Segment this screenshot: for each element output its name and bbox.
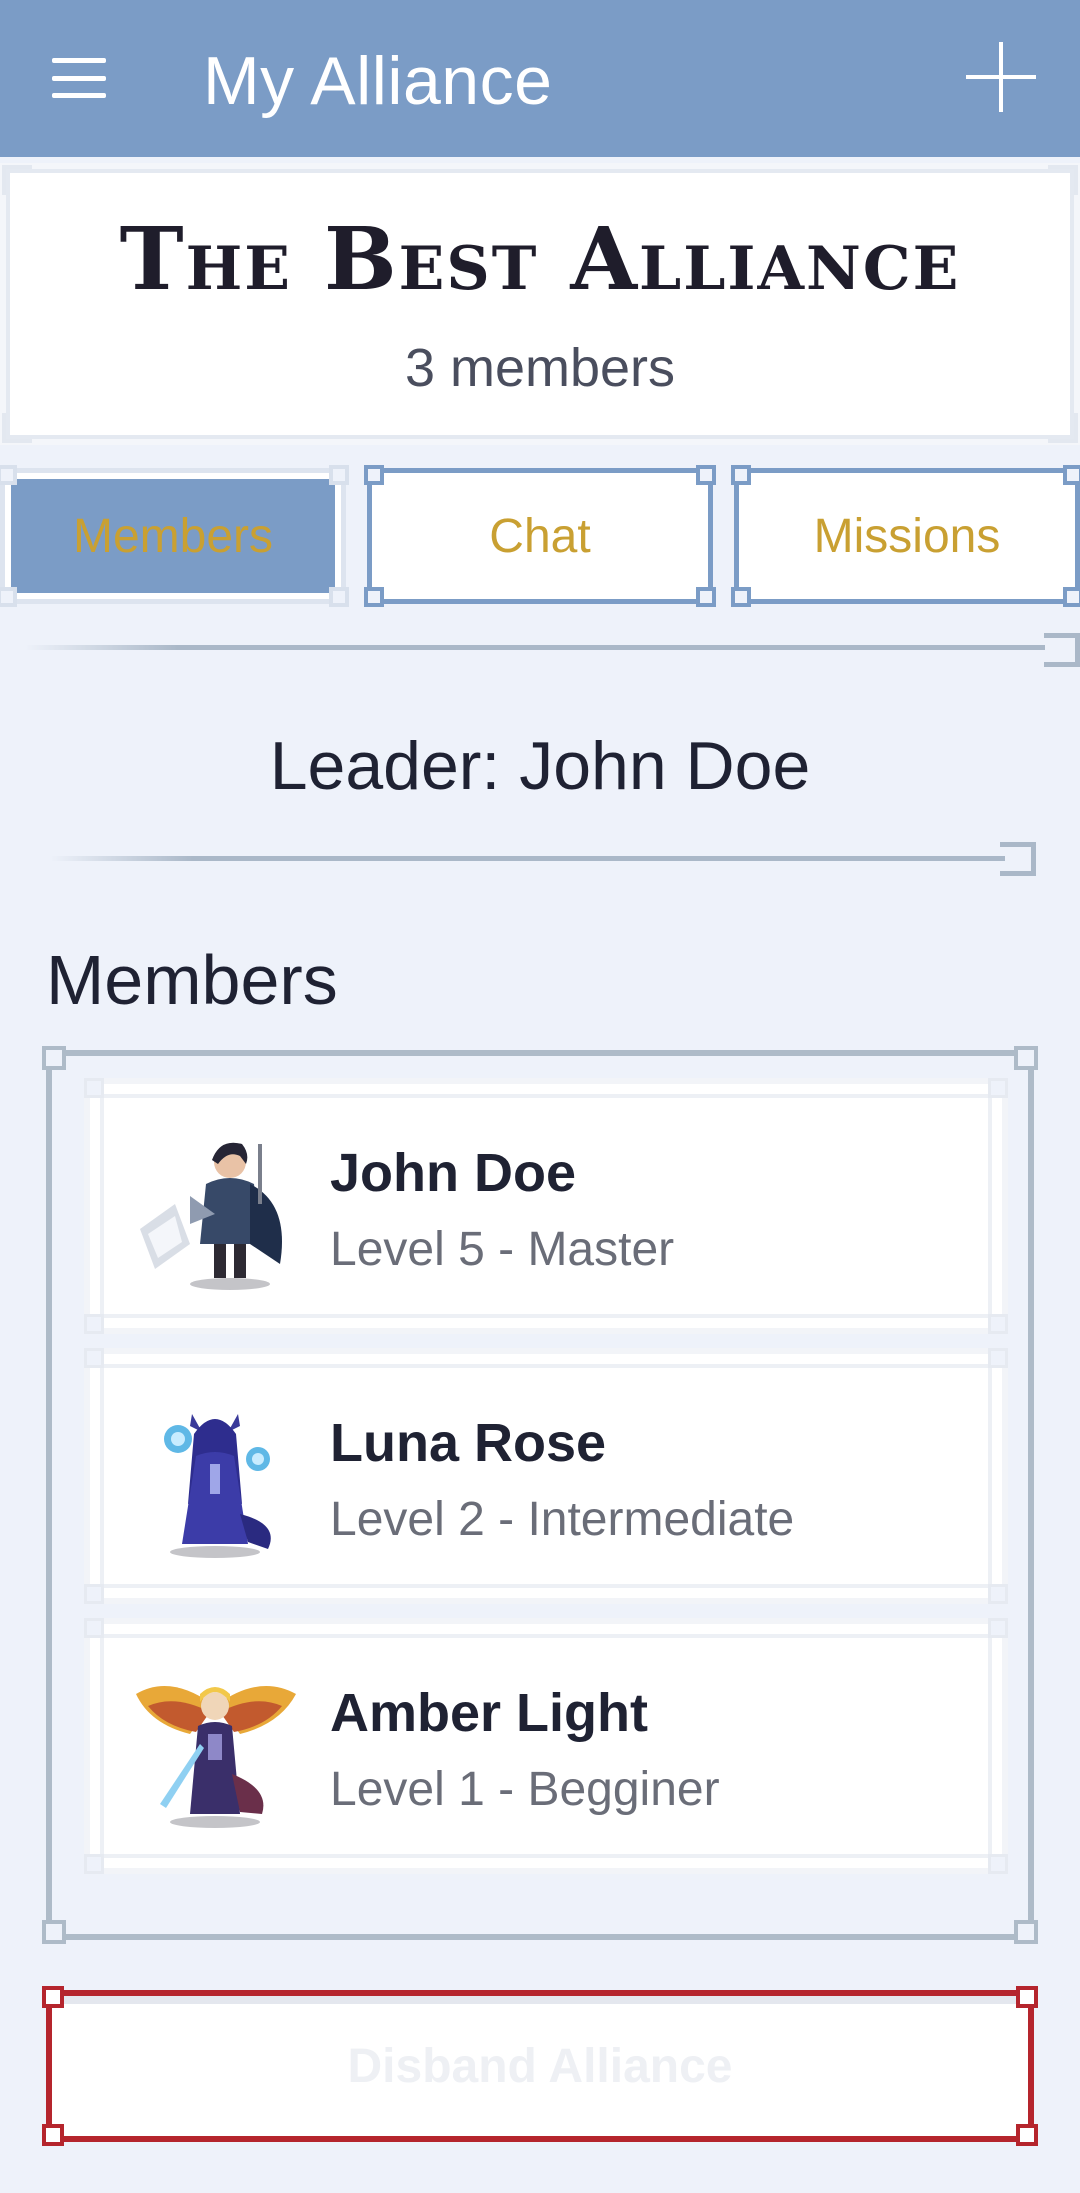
app-title: My Alliance (203, 43, 553, 119)
tab-chat[interactable]: Chat (364, 465, 716, 607)
member-level: Level 2 - Intermediate (330, 1493, 795, 1546)
tab-missions[interactable]: Missions (731, 465, 1080, 607)
plus-icon[interactable] (966, 42, 1036, 112)
member-card-luna-rose[interactable]: Luna Rose Level 2 - Intermediate (84, 1348, 1008, 1604)
tabs-divider-ornament (1044, 633, 1080, 667)
member-name: John Doe (330, 1143, 577, 1203)
disband-alliance-button[interactable]: Disband Alliance (42, 1986, 1038, 2146)
leader-divider-ornament (1000, 842, 1036, 876)
app-bar: My Alliance (0, 0, 1080, 157)
alliance-member-count: 3 members (404, 338, 676, 398)
tab-members-label: Members (72, 509, 274, 563)
winged-warrior-avatar-icon (136, 1686, 296, 1828)
members-list: John Doe Level 5 - Master Luna Rose Leve… (42, 1046, 1038, 1944)
tabs-divider (25, 645, 1045, 650)
member-name: Amber Light (330, 1683, 648, 1743)
member-card-john-doe[interactable]: John Doe Level 5 - Master (84, 1078, 1008, 1334)
tab-members[interactable]: Members (0, 465, 349, 607)
members-section-title: Members (46, 941, 338, 1019)
disband-alliance-label: Disband Alliance (347, 2039, 733, 2093)
alliance-header-card: The Best Alliance 3 members (0, 163, 1080, 445)
tab-missions-label: Missions (813, 509, 1001, 563)
member-name: Luna Rose (330, 1413, 607, 1473)
member-card-amber-light[interactable]: Amber Light Level 1 - Begginer (84, 1618, 1008, 1874)
knight-avatar-icon (140, 1142, 282, 1290)
member-level: Level 1 - Begginer (330, 1763, 720, 1816)
tab-chat-label: Chat (489, 509, 591, 563)
member-level: Level 5 - Master (330, 1223, 675, 1276)
hamburger-menu-icon[interactable] (52, 58, 106, 98)
sorceress-avatar-icon (164, 1414, 271, 1558)
leader-label: Leader: John Doe (269, 728, 811, 804)
leader-divider (50, 856, 1005, 861)
alliance-name: The Best Alliance (119, 209, 961, 310)
